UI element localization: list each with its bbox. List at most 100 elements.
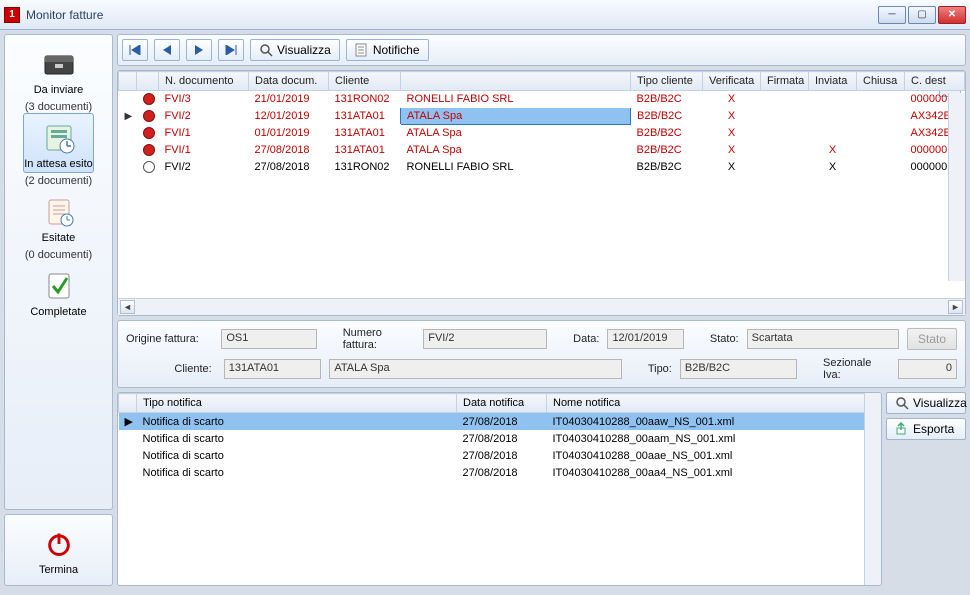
scroll-left-button[interactable]: ◄ xyxy=(120,300,135,314)
grid-cell[interactable]: RONELLI FABIO SRL xyxy=(401,91,631,108)
notif-esporta-button[interactable]: Esporta xyxy=(886,418,966,440)
maximize-button[interactable]: ▢ xyxy=(908,6,936,24)
grid-cell[interactable]: X xyxy=(703,125,761,142)
grid-cell[interactable]: ATALA Spa xyxy=(401,125,631,142)
grid-cell[interactable] xyxy=(119,142,137,159)
grid-column-header[interactable]: Firmata xyxy=(761,72,809,91)
notif-cell[interactable]: IT04030410288_00aaw_NS_001.xml xyxy=(547,413,881,431)
notif-cell[interactable] xyxy=(119,448,137,465)
grid-cell[interactable] xyxy=(857,142,905,159)
notif-cell[interactable]: Notifica di scarto xyxy=(137,431,457,448)
notif-cell[interactable]: Notifica di scarto xyxy=(137,448,457,465)
notif-row[interactable]: Notifica di scarto27/08/2018IT0403041028… xyxy=(119,448,881,465)
grid-cell[interactable]: 131ATA01 xyxy=(329,142,401,159)
grid-column-header[interactable]: Inviata xyxy=(809,72,857,91)
notif-cell[interactable]: 27/08/2018 xyxy=(457,448,547,465)
grid-cell[interactable]: X xyxy=(809,142,857,159)
grid-cell[interactable] xyxy=(137,91,159,108)
nav-last-button[interactable] xyxy=(218,39,244,61)
notif-column-header[interactable]: Tipo notifica xyxy=(137,394,457,413)
close-button[interactable]: ✕ xyxy=(938,6,966,24)
grid-cell[interactable]: FVI/3 xyxy=(159,91,249,108)
grid-cell[interactable] xyxy=(761,159,809,176)
table-row[interactable]: ▶FVI/212/01/2019131ATA01ATALA SpaB2B/B2C… xyxy=(119,108,965,125)
grid-cell[interactable]: 131RON02 xyxy=(329,159,401,176)
grid-cell[interactable]: RONELLI FABIO SRL xyxy=(401,159,631,176)
table-row[interactable]: FVI/227/08/2018131RON02RONELLI FABIO SRL… xyxy=(119,159,965,176)
grid-cell[interactable] xyxy=(119,91,137,108)
grid-column-header[interactable]: Data docum. xyxy=(249,72,329,91)
notif-cell[interactable] xyxy=(119,465,137,482)
grid-cell[interactable]: ▶ xyxy=(119,108,137,125)
grid-cell[interactable]: 131RON02 xyxy=(329,91,401,108)
grid-cell[interactable]: FVI/1 xyxy=(159,125,249,142)
grid-cell[interactable] xyxy=(809,125,857,142)
grid-vertical-scrollbar[interactable] xyxy=(948,93,965,281)
notif-column-header[interactable]: Data notifica xyxy=(457,394,547,413)
grid-cell[interactable]: 12/01/2019 xyxy=(249,108,329,125)
grid-cell[interactable]: FVI/2 xyxy=(159,159,249,176)
visualizza-button[interactable]: Visualizza xyxy=(250,39,340,61)
grid-cell[interactable] xyxy=(761,108,809,125)
grid-cell[interactable]: ATALA Spa xyxy=(401,108,631,125)
grid-cell[interactable]: X xyxy=(809,159,857,176)
grid-cell[interactable]: B2B/B2C xyxy=(631,125,703,142)
notif-cell[interactable]: 27/08/2018 xyxy=(457,413,547,431)
grid-cell[interactable]: 01/01/2019 xyxy=(249,125,329,142)
grid-cell[interactable]: FVI/2 xyxy=(159,108,249,125)
grid-cell[interactable]: 131ATA01 xyxy=(329,125,401,142)
grid-column-header[interactable]: C. dest xyxy=(905,72,965,91)
grid-cell[interactable] xyxy=(857,125,905,142)
grid-cell[interactable]: X xyxy=(703,159,761,176)
sidebar-item-da-inviare[interactable]: Da inviare xyxy=(23,39,94,99)
notif-cell[interactable]: Notifica di scarto xyxy=(137,465,457,482)
grid-cell[interactable]: ATALA Spa xyxy=(401,142,631,159)
notification-grid[interactable]: Tipo notificaData notificaNome notifica … xyxy=(118,393,881,482)
grid-cell[interactable]: B2B/B2C xyxy=(631,108,703,125)
table-row[interactable]: FVI/101/01/2019131ATA01ATALA SpaB2B/B2CX… xyxy=(119,125,965,142)
notif-vertical-scrollbar[interactable] xyxy=(864,393,881,585)
grid-cell[interactable] xyxy=(857,159,905,176)
grid-cell[interactable]: 27/08/2018 xyxy=(249,159,329,176)
grid-cell[interactable] xyxy=(119,125,137,142)
nav-first-button[interactable] xyxy=(122,39,148,61)
grid-column-header[interactable] xyxy=(119,72,137,91)
sidebar-item-esitate[interactable]: Esitate xyxy=(23,187,94,247)
grid-cell[interactable] xyxy=(761,142,809,159)
sidebar-item-in-attesa-esito[interactable]: In attesa esito xyxy=(23,113,94,173)
invoice-grid[interactable]: N. documentoData docum.Cliente Tipo clien… xyxy=(118,71,965,176)
grid-column-header[interactable]: Verificata xyxy=(703,72,761,91)
notif-row[interactable]: Notifica di scarto27/08/2018IT0403041028… xyxy=(119,431,881,448)
minimize-button[interactable]: ─ xyxy=(878,6,906,24)
grid-cell[interactable]: B2B/B2C xyxy=(631,91,703,108)
grid-cell[interactable] xyxy=(137,125,159,142)
notif-row[interactable]: ▶Notifica di scarto27/08/2018IT040304102… xyxy=(119,413,881,431)
notif-column-header[interactable]: Nome notifica xyxy=(547,394,881,413)
grid-cell[interactable]: B2B/B2C xyxy=(631,142,703,159)
grid-cell[interactable] xyxy=(761,91,809,108)
grid-column-header[interactable]: Chiusa xyxy=(857,72,905,91)
grid-horizontal-scrollbar[interactable]: ◄ ► xyxy=(118,298,965,315)
grid-column-header[interactable] xyxy=(137,72,159,91)
grid-cell[interactable] xyxy=(137,142,159,159)
grid-cell[interactable]: X xyxy=(703,91,761,108)
notif-cell[interactable]: 27/08/2018 xyxy=(457,465,547,482)
table-row[interactable]: FVI/321/01/2019131RON02RONELLI FABIO SRL… xyxy=(119,91,965,108)
grid-cell[interactable] xyxy=(809,91,857,108)
grid-column-header[interactable]: Cliente xyxy=(329,72,401,91)
grid-cell[interactable]: 27/08/2018 xyxy=(249,142,329,159)
grid-cell[interactable]: X xyxy=(703,142,761,159)
grid-column-header[interactable]: Tipo cliente xyxy=(631,72,703,91)
nav-prev-button[interactable] xyxy=(154,39,180,61)
scroll-right-button[interactable]: ► xyxy=(948,300,963,314)
grid-cell[interactable]: 21/01/2019 xyxy=(249,91,329,108)
notif-visualizza-button[interactable]: Visualizza xyxy=(886,392,966,414)
notif-cell[interactable]: IT04030410288_00aae_NS_001.xml xyxy=(547,448,881,465)
grid-cell[interactable] xyxy=(137,159,159,176)
grid-column-header[interactable]: N. documento xyxy=(159,72,249,91)
grid-cell[interactable] xyxy=(119,159,137,176)
grid-cell[interactable] xyxy=(761,125,809,142)
nav-next-button[interactable] xyxy=(186,39,212,61)
terminate-button[interactable]: Termina xyxy=(9,519,108,579)
grid-cell[interactable] xyxy=(857,91,905,108)
